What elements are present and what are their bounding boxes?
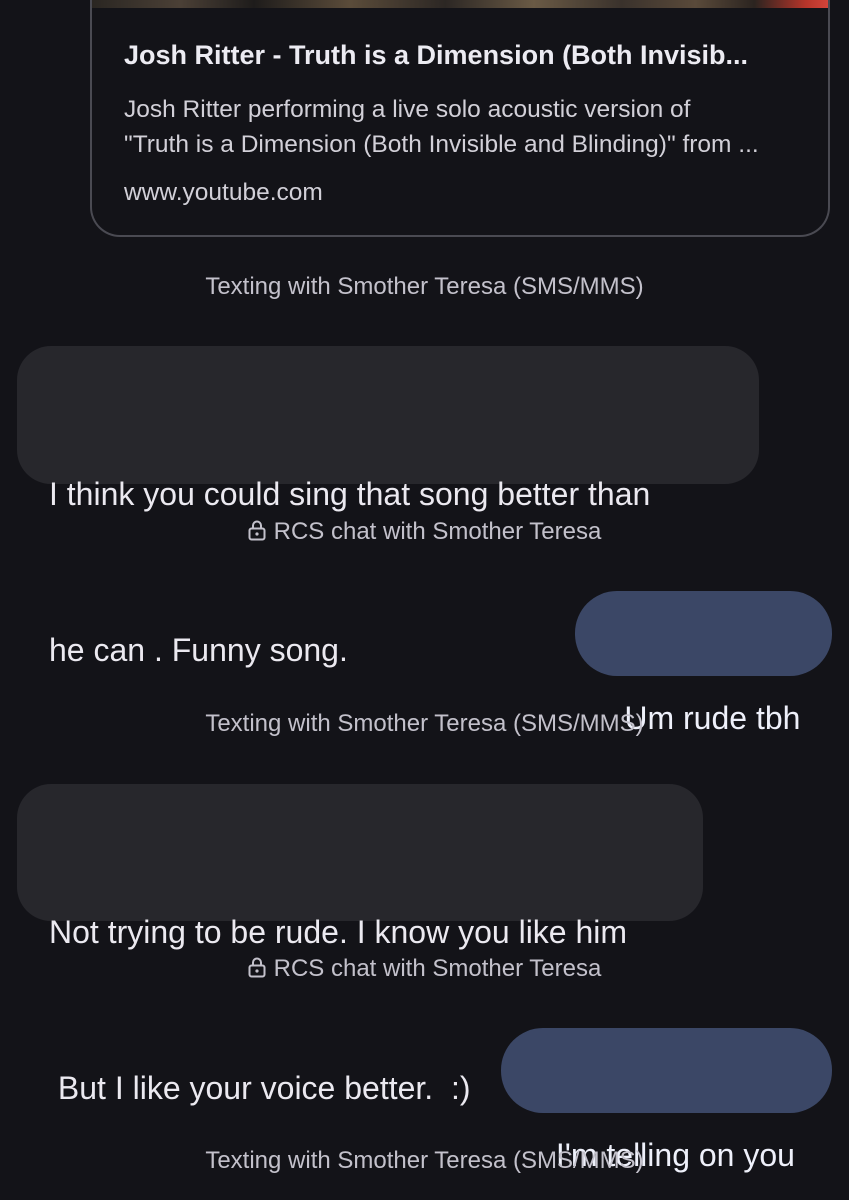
incoming-message-bubble[interactable]: Not trying to be rude. I know you like h… xyxy=(17,784,703,1106)
message-text-line: I think you could sing that song better … xyxy=(49,476,651,512)
video-thumbnail[interactable] xyxy=(92,0,828,8)
link-preview-description-line: Josh Ritter performing a live solo acous… xyxy=(124,96,691,123)
lock-icon xyxy=(248,520,266,548)
link-preview-card[interactable]: Josh Ritter - Truth is a Dimension (Both… xyxy=(90,0,830,237)
rcs-status-label: RCS chat with Smother Teresa xyxy=(0,518,849,548)
sms-status-label: Texting with Smother Teresa (SMS/MMS) xyxy=(205,710,644,737)
outgoing-message-bubble[interactable]: Um rude tbh xyxy=(575,591,832,736)
link-preview-domain: www.youtube.com xyxy=(124,179,323,206)
sms-status-label: Texting with Smother Teresa (SMS/MMS) xyxy=(205,273,644,300)
message-text-line: Not trying to be rude. I know you like h… xyxy=(49,914,628,950)
link-preview-description: Josh Ritter performing a live solo acous… xyxy=(124,92,814,162)
outgoing-message-bubble[interactable]: I'm telling on you xyxy=(501,1028,832,1173)
link-preview-description-line: "Truth is a Dimension (Both Invisible an… xyxy=(124,131,759,158)
sms-status-label: Texting with Smother Teresa (SMS/MMS) xyxy=(205,1147,644,1174)
rcs-status-label: RCS chat with Smother Teresa xyxy=(0,955,849,985)
lock-icon xyxy=(248,957,266,985)
rcs-status-text: RCS chat with Smother Teresa xyxy=(273,518,602,545)
link-preview-title: Josh Ritter - Truth is a Dimension (Both… xyxy=(124,40,749,70)
rcs-status-text: RCS chat with Smother Teresa xyxy=(273,955,602,982)
incoming-message-bubble[interactable]: I think you could sing that song better … xyxy=(17,346,759,668)
